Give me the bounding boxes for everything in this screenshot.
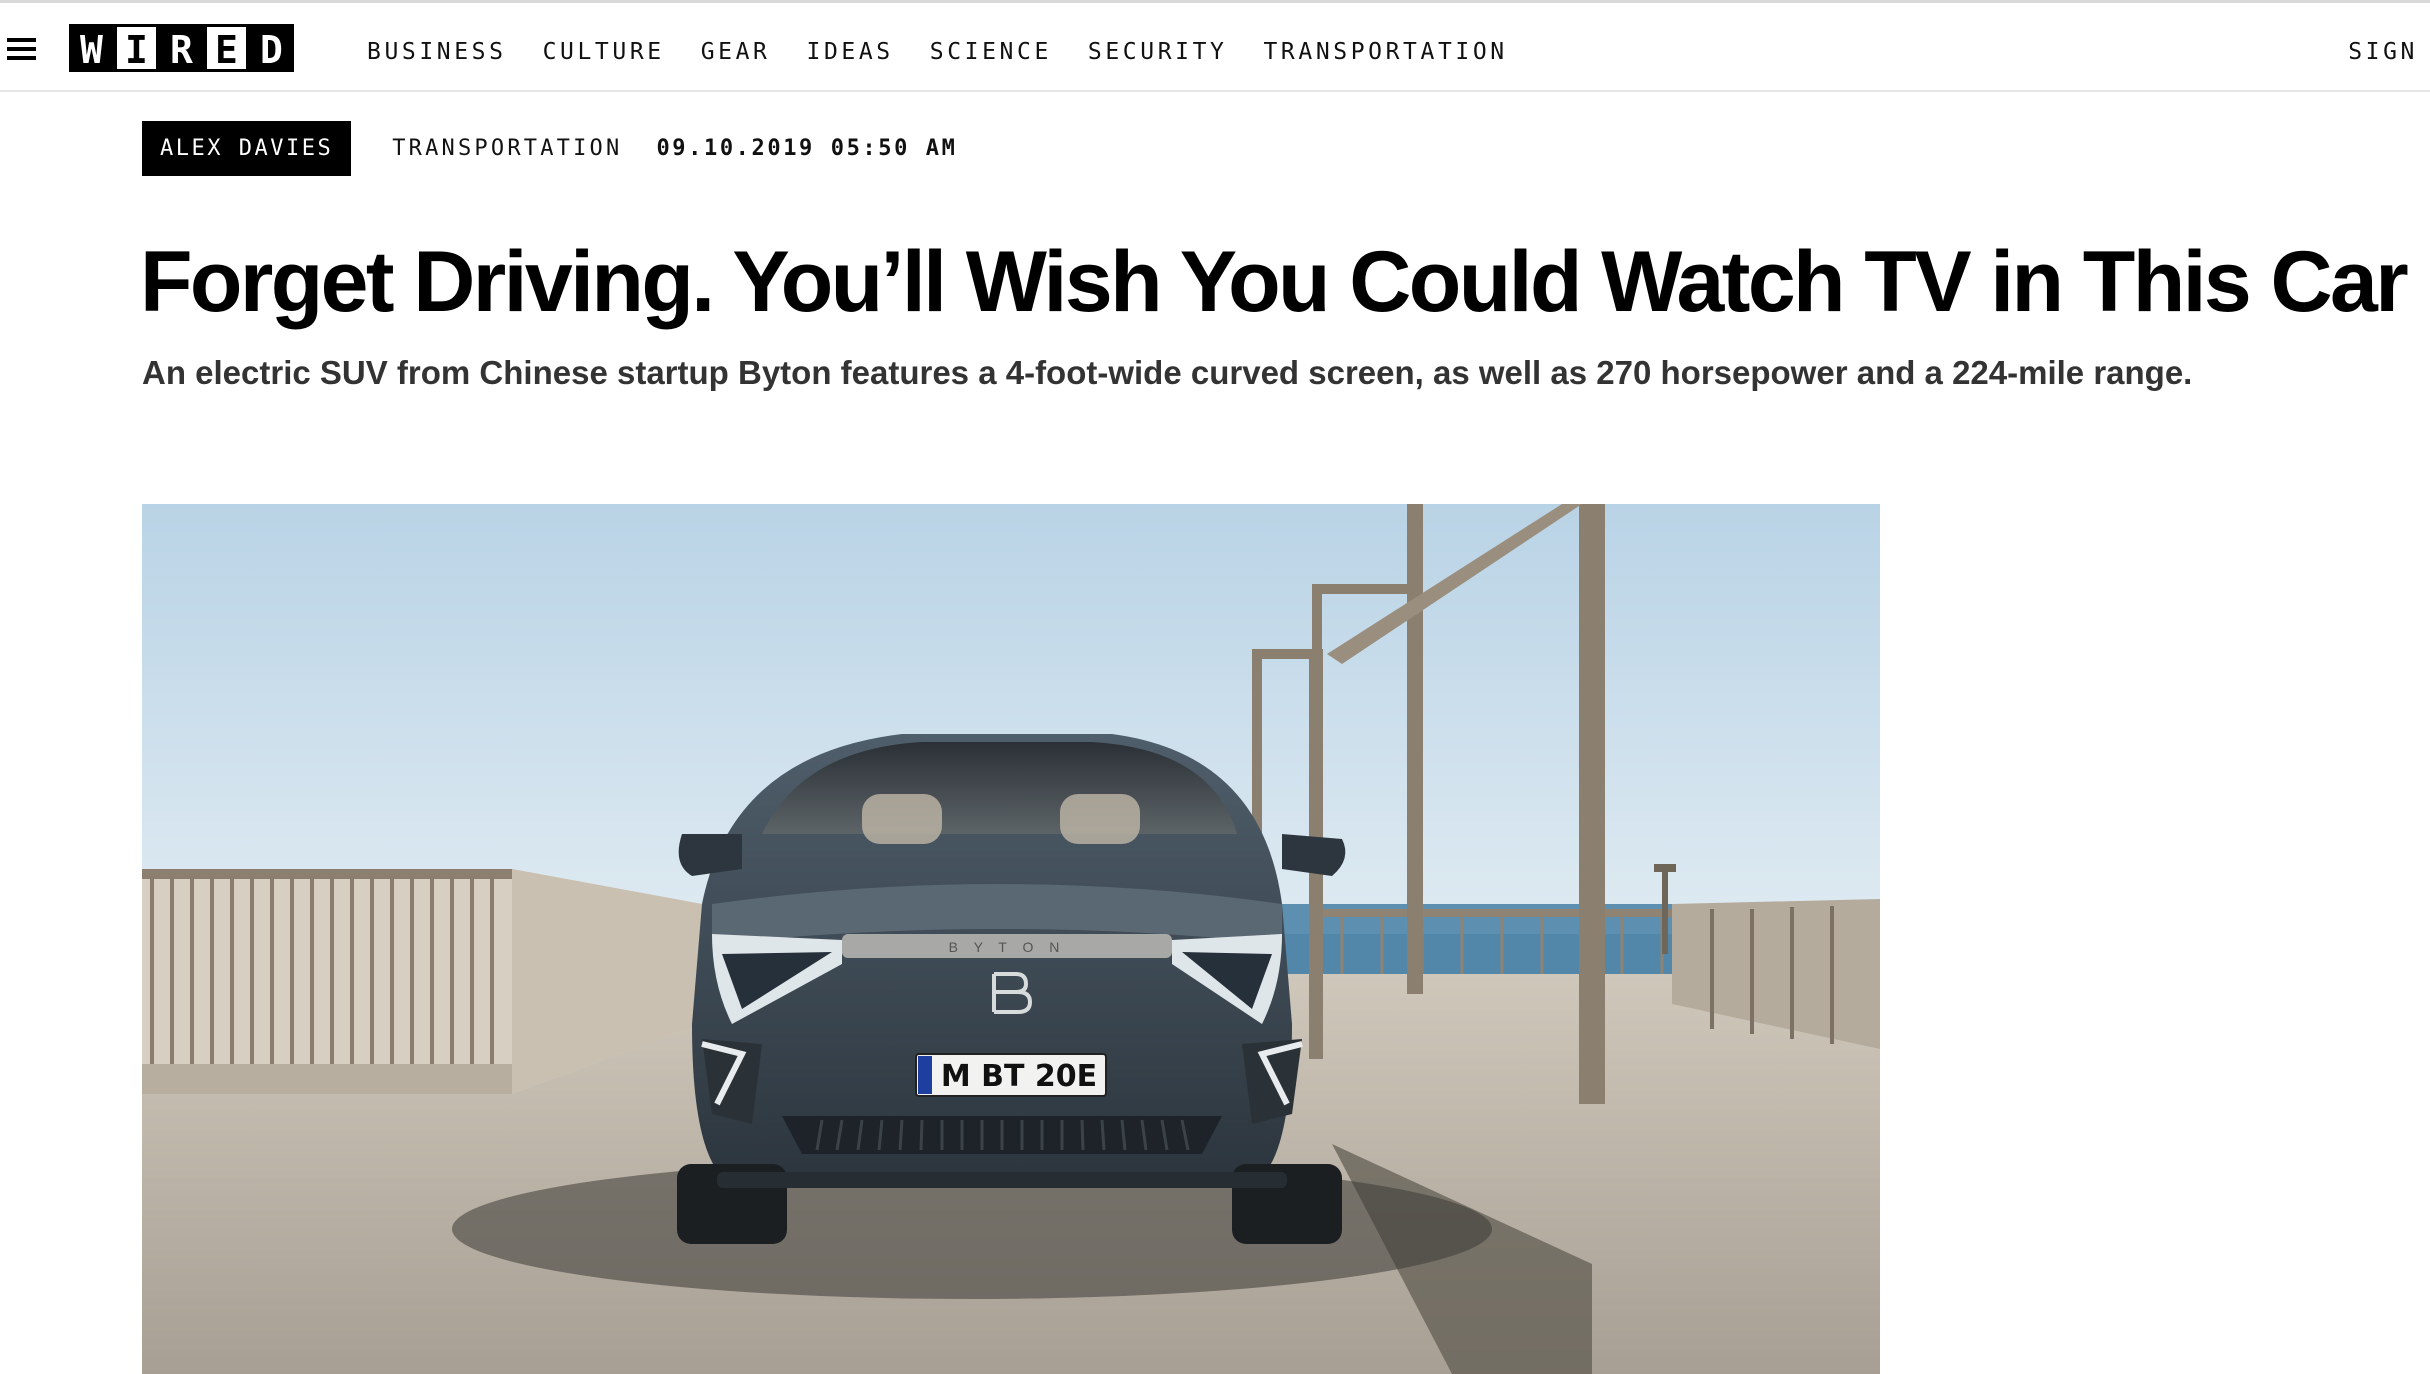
hero-image: B Y T O N M BT 20E [142,504,1880,1374]
logo-letter-i: I [114,24,159,72]
car-brand-text: B Y T O N [949,939,1066,955]
category-link[interactable]: TRANSPORTATION [392,136,622,161]
license-plate-text: M BT 20E [941,1059,1097,1094]
logo-letter-d: D [249,24,294,72]
article-dek: An electric SUV from Chinese startup Byt… [142,354,2193,391]
nav-science[interactable]: SCIENCE [930,39,1052,65]
article-headline: Forget Driving. You’ll Wish You Could Wa… [140,234,2409,330]
site-header: W I R E D BUSINESS CULTURE GEAR IDEAS SC… [0,3,2430,92]
author-link[interactable]: ALEX DAVIES [142,121,352,176]
primary-nav: BUSINESS CULTURE GEAR IDEAS SCIENCE SECU… [367,39,1544,65]
nav-transportation[interactable]: TRANSPORTATION [1263,39,1507,65]
hero-photo-illustration: B Y T O N M BT 20E [142,504,1880,1374]
nav-business[interactable]: BUSINESS [367,39,507,65]
nav-gear[interactable]: GEAR [701,39,771,65]
wired-logo[interactable]: W I R E D [69,24,294,72]
nav-ideas[interactable]: IDEAS [807,39,894,65]
logo-letter-r: R [159,24,204,72]
hamburger-menu-icon[interactable] [7,38,36,60]
sign-in-link[interactable]: SIGN [2348,39,2418,65]
nav-security[interactable]: SECURITY [1088,39,1228,65]
logo-letter-w: W [69,24,114,72]
byline: ALEX DAVIES TRANSPORTATION 09.10.2019 05… [142,121,958,176]
logo-letter-e: E [204,24,249,72]
nav-culture[interactable]: CULTURE [543,39,665,65]
publish-date: 09.10.2019 05:50 AM [656,136,958,161]
